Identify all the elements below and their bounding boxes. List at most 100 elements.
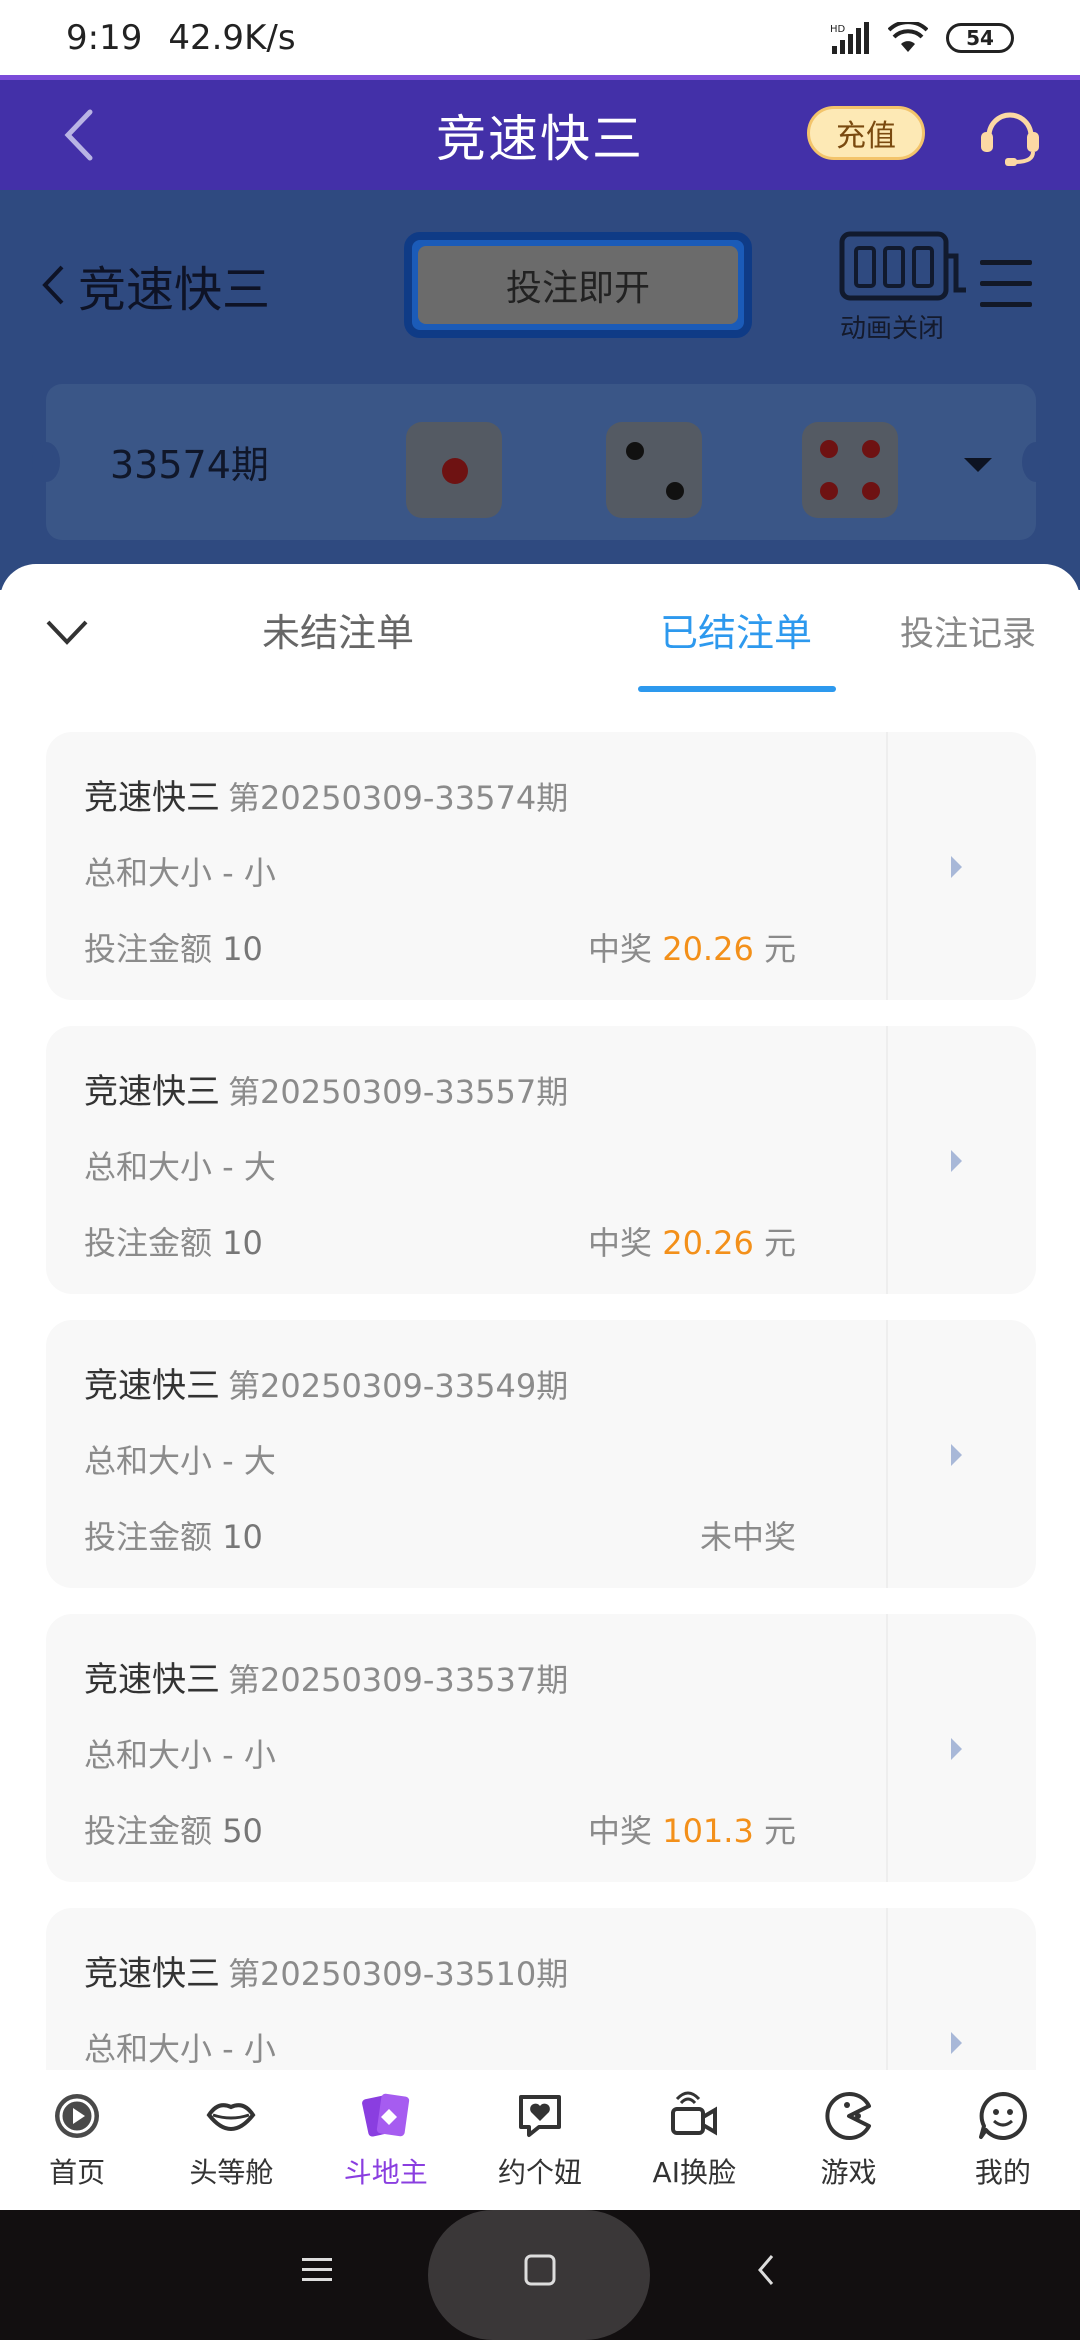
amount-label: 投注金额: [84, 930, 213, 968]
amount-value: 10: [222, 1518, 263, 1556]
svg-text:HD: HD: [830, 24, 846, 35]
game-panel: 竞速快三 投注即开 动画关闭 33574期: [0, 190, 1080, 590]
order-period: 第20250309-33574期: [228, 779, 569, 817]
chevron-right-icon[interactable]: [951, 2032, 962, 2054]
bet-records-sheet: 未结注单 已结注单 投注记录 竞速快三 第20250309-33574期 总和大小…: [0, 564, 1080, 2070]
amount-value: 50: [222, 1812, 263, 1850]
heart-chat-icon: [518, 2095, 561, 2137]
system-nav-bar: [0, 2210, 1080, 2340]
bottom-nav: 首页 头等舱 斗地主 约个妞 AI换脸 游戏 我的: [0, 2070, 1080, 2210]
tab-records[interactable]: 投注记录: [900, 606, 1036, 655]
recharge-button[interactable]: 充值: [807, 106, 925, 160]
result-label: 中奖: [588, 1224, 653, 1262]
order-card[interactable]: 竞速快三 第20250309-33549期 总和大小 - 大 投注金额 10 未中…: [46, 1320, 1036, 1588]
amount-label: 投注金额: [84, 1518, 213, 1556]
tab-unsettled[interactable]: 未结注单: [262, 602, 414, 657]
recent-apps-icon[interactable]: [300, 2250, 334, 2290]
nav-label: 首页: [49, 2156, 106, 2189]
order-card[interactable]: 竞速快三 第20250309-33557期 总和大小 - 大 投注金额 10 中奖…: [46, 1026, 1036, 1294]
game-title: 竞速快三: [78, 262, 271, 318]
status-bar: 9:19 42.9K/s HD 54: [0, 0, 1080, 75]
not-won-label: 未中奖: [699, 1518, 796, 1556]
bet-open-label: 投注即开: [418, 246, 738, 324]
amount-label: 投注金额: [84, 1224, 213, 1262]
draw-period: 33574期: [110, 443, 269, 487]
camera-icon: [671, 2091, 718, 2136]
order-result: 未中奖: [700, 1512, 796, 1558]
die-3-icon: [802, 422, 898, 518]
tab-bar: 未结注单 已结注单 投注记录: [0, 564, 1080, 694]
nav-home[interactable]: 首页: [0, 2070, 154, 2210]
back-button[interactable]: [48, 102, 108, 168]
order-period: 第20250309-33510期: [228, 1955, 569, 1993]
chevron-down-icon[interactable]: [42, 612, 92, 652]
battery-icon: 54: [946, 22, 1014, 53]
order-play: 总和大小 - 小: [84, 1736, 276, 1774]
order-card[interactable]: 竞速快三 第20250309-33574期 总和大小 - 小 投注金额 10 中奖…: [46, 732, 1036, 1000]
die-2-icon: [606, 422, 702, 518]
chevron-left-icon: [64, 109, 93, 161]
latest-draw[interactable]: 33574期: [32, 384, 1050, 540]
chevron-right-icon[interactable]: [951, 856, 962, 878]
order-game: 竞速快三: [84, 1954, 220, 1994]
nav-mine[interactable]: 我的: [926, 2070, 1080, 2210]
order-game: 竞速快三: [84, 1072, 220, 1112]
nav-label: AI换脸: [652, 2156, 736, 2189]
nav-games[interactable]: 游戏: [771, 2070, 925, 2210]
order-play: 总和大小 - 小: [84, 854, 276, 892]
win-amount: 101.3: [662, 1812, 754, 1850]
bet-open-button[interactable]: 投注即开: [404, 232, 752, 338]
order-play: 总和大小 - 大: [84, 1148, 276, 1186]
wifi-icon: [888, 21, 928, 52]
cards-icon: [361, 2093, 409, 2137]
status-time: 9:19: [66, 17, 143, 58]
order-play: 总和大小 - 小: [84, 2030, 276, 2068]
nav-label: 头等舱: [189, 2156, 274, 2189]
order-game: 竞速快三: [84, 778, 220, 818]
pacman-icon: [825, 2092, 871, 2140]
order-card[interactable]: 竞速快三 第20250309-33510期 总和大小 - 小: [46, 1908, 1036, 2070]
nav-ai-face[interactable]: AI换脸: [617, 2070, 771, 2210]
lips-icon: [206, 2103, 256, 2132]
order-card[interactable]: 竞速快三 第20250309-33537期 总和大小 - 小 投注金额 50 中奖…: [46, 1614, 1036, 1882]
currency-unit: 元: [763, 1224, 796, 1262]
card-divider: [886, 1026, 888, 1294]
nav-label: 游戏: [820, 2156, 877, 2189]
amount-label: 投注金额: [84, 1812, 213, 1850]
amount-value: 10: [222, 930, 263, 968]
smile-chat-icon: [978, 2092, 1027, 2140]
card-divider: [886, 1320, 888, 1588]
home-square-icon[interactable]: [522, 2250, 558, 2290]
chevron-right-icon[interactable]: [951, 1738, 962, 1760]
page-title: 竞速快三: [436, 110, 644, 168]
chevron-right-icon[interactable]: [951, 1444, 962, 1466]
chevron-right-icon[interactable]: [951, 1150, 962, 1172]
card-divider: [886, 732, 888, 1000]
card-divider: [886, 1908, 888, 2070]
order-result: 中奖 20.26 元: [588, 924, 796, 970]
order-game: 竞速快三: [84, 1660, 220, 1700]
play-circle-icon: [55, 2094, 100, 2138]
customer-service-icon[interactable]: [975, 102, 1045, 168]
back-arrow-icon[interactable]: [752, 2250, 780, 2290]
nav-landlord[interactable]: 斗地主: [309, 2070, 463, 2210]
menu-icon[interactable]: [980, 260, 1032, 310]
caret-down-icon[interactable]: [964, 458, 992, 472]
order-period: 第20250309-33549期: [228, 1367, 569, 1405]
card-divider: [886, 1614, 888, 1882]
currency-unit: 元: [763, 930, 796, 968]
nav-date[interactable]: 约个妞: [463, 2070, 617, 2210]
result-label: 中奖: [588, 1812, 653, 1850]
order-result: 中奖 101.3 元: [588, 1806, 796, 1852]
order-play: 总和大小 - 大: [84, 1442, 276, 1480]
status-speed: 42.9K/s: [168, 17, 296, 58]
chevron-left-icon: [42, 265, 64, 305]
active-tab-indicator: [638, 686, 836, 692]
nav-label: 约个妞: [497, 2156, 582, 2189]
tab-settled[interactable]: 已结注单: [660, 602, 812, 657]
game-back-button[interactable]: 竞速快三: [40, 250, 270, 320]
signal-icon: HD: [830, 21, 869, 54]
nav-first-class[interactable]: 头等舱: [154, 2070, 308, 2210]
order-period: 第20250309-33557期: [228, 1073, 569, 1111]
amount-value: 10: [222, 1224, 263, 1262]
